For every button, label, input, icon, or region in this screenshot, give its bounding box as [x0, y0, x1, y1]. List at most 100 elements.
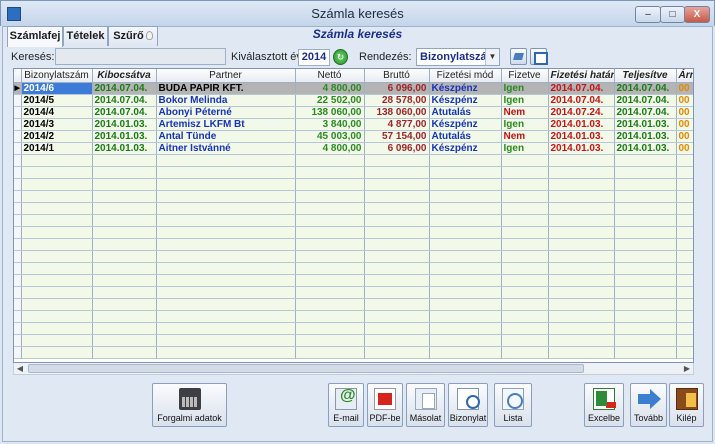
table-cell[interactable]	[156, 166, 296, 179]
table-cell[interactable]: Készpénz	[429, 118, 502, 131]
table-cell[interactable]	[614, 274, 677, 287]
table-cell[interactable]: Nem	[501, 130, 549, 143]
table-cell[interactable]	[429, 274, 502, 287]
table-cell[interactable]	[429, 298, 502, 311]
empty-row[interactable]	[14, 190, 693, 203]
table-cell[interactable]	[429, 226, 502, 239]
table-cell[interactable]: 2014/2	[21, 130, 93, 143]
table-cell[interactable]: 4 800,00	[295, 82, 365, 95]
table-cell[interactable]	[364, 214, 430, 227]
table-cell[interactable]: Készpénz	[429, 142, 502, 155]
table-cell[interactable]: BUDA PAPIR KFT.	[156, 82, 296, 95]
table-cell[interactable]	[501, 214, 549, 227]
table-cell[interactable]	[429, 178, 502, 191]
table-cell[interactable]	[21, 202, 93, 215]
table-cell[interactable]: 00	[676, 130, 693, 143]
invoice-grid[interactable]: Bizonylatszám Kibocsátva Partner Nettó B…	[13, 68, 694, 363]
table-cell[interactable]: 2014.07.04.	[548, 82, 615, 95]
col-header[interactable]: Nettó	[295, 69, 365, 83]
table-cell[interactable]	[295, 262, 365, 275]
table-cell[interactable]	[21, 190, 93, 203]
preview-icon[interactable]	[530, 48, 548, 65]
table-cell[interactable]	[92, 298, 157, 311]
table-cell[interactable]	[548, 190, 615, 203]
empty-row[interactable]	[14, 226, 693, 239]
table-cell[interactable]	[614, 310, 677, 323]
empty-row[interactable]	[14, 250, 693, 263]
table-cell[interactable]	[676, 154, 693, 167]
table-cell[interactable]	[295, 166, 365, 179]
empty-row[interactable]	[14, 274, 693, 287]
table-cell[interactable]	[21, 178, 93, 191]
table-cell[interactable]	[156, 226, 296, 239]
maximize-button[interactable]: □	[660, 6, 685, 23]
table-cell[interactable]	[156, 310, 296, 323]
table-cell[interactable]	[676, 214, 693, 227]
table-cell[interactable]	[676, 262, 693, 275]
table-cell[interactable]	[92, 238, 157, 251]
pdf-button[interactable]: PDF-be	[367, 383, 403, 427]
table-cell[interactable]	[614, 190, 677, 203]
table-cell[interactable]	[676, 190, 693, 203]
table-cell[interactable]	[676, 298, 693, 311]
table-cell[interactable]	[548, 154, 615, 167]
table-cell[interactable]	[295, 250, 365, 263]
table-cell[interactable]	[295, 286, 365, 299]
table-cell[interactable]: 2014.01.03.	[92, 130, 157, 143]
empty-row[interactable]	[14, 334, 693, 347]
empty-row[interactable]	[14, 262, 693, 275]
table-cell[interactable]	[156, 334, 296, 347]
table-cell[interactable]: 2014.01.03.	[92, 118, 157, 131]
table-row[interactable]: ▶ 2014/6 2014.07.04. BUDA PAPIR KFT. 4 800,0…	[14, 82, 693, 95]
table-cell[interactable]	[92, 178, 157, 191]
table-cell[interactable]: 2014.01.03.	[548, 118, 615, 131]
table-cell[interactable]	[548, 226, 615, 239]
table-cell[interactable]	[295, 226, 365, 239]
table-cell[interactable]: 2014/3	[21, 118, 93, 131]
table-cell[interactable]	[156, 322, 296, 335]
table-cell[interactable]	[21, 286, 93, 299]
table-cell[interactable]	[501, 346, 549, 359]
col-header[interactable]: Fizetési mód	[429, 69, 502, 83]
table-cell[interactable]	[364, 262, 430, 275]
table-cell[interactable]: 2014.07.04.	[614, 106, 677, 119]
empty-row[interactable]	[14, 202, 693, 215]
table-cell[interactable]	[429, 214, 502, 227]
table-cell[interactable]	[21, 238, 93, 251]
table-cell[interactable]	[501, 178, 549, 191]
table-cell[interactable]	[429, 250, 502, 263]
table-cell[interactable]	[364, 274, 430, 287]
table-cell[interactable]: 00	[676, 118, 693, 131]
table-cell[interactable]: 57 154,00	[364, 130, 430, 143]
table-cell[interactable]: 28 578,00	[364, 94, 430, 107]
table-cell[interactable]	[295, 190, 365, 203]
empty-row[interactable]	[14, 286, 693, 299]
table-cell[interactable]	[92, 310, 157, 323]
table-cell[interactable]: 6 096,00	[364, 142, 430, 155]
table-cell[interactable]	[501, 334, 549, 347]
empty-row[interactable]	[14, 178, 693, 191]
table-cell[interactable]	[364, 238, 430, 251]
table-cell[interactable]: 2014.01.03.	[614, 142, 677, 155]
table-cell[interactable]	[364, 322, 430, 335]
table-cell[interactable]: Nem	[501, 106, 549, 119]
table-cell[interactable]	[364, 154, 430, 167]
table-cell[interactable]: 45 003,00	[295, 130, 365, 143]
empty-row[interactable]	[14, 322, 693, 335]
table-cell[interactable]: 2014.07.04.	[548, 94, 615, 107]
table-cell[interactable]	[364, 334, 430, 347]
table-cell[interactable]	[156, 274, 296, 287]
table-cell[interactable]	[548, 322, 615, 335]
table-cell[interactable]	[548, 262, 615, 275]
table-cell[interactable]	[156, 238, 296, 251]
table-cell[interactable]	[364, 346, 430, 359]
minimize-button[interactable]: –	[635, 6, 661, 23]
table-row[interactable]: 2014/2 2014.01.03. Antal Tünde 45 003,00 57 …	[14, 130, 693, 143]
table-cell[interactable]	[295, 214, 365, 227]
table-cell[interactable]	[614, 250, 677, 263]
table-cell[interactable]	[501, 322, 549, 335]
table-cell[interactable]	[429, 154, 502, 167]
horizontal-scrollbar[interactable]: ◀ ▶	[13, 363, 694, 375]
table-cell[interactable]: 2014.07.04.	[614, 94, 677, 107]
table-cell[interactable]	[676, 238, 693, 251]
